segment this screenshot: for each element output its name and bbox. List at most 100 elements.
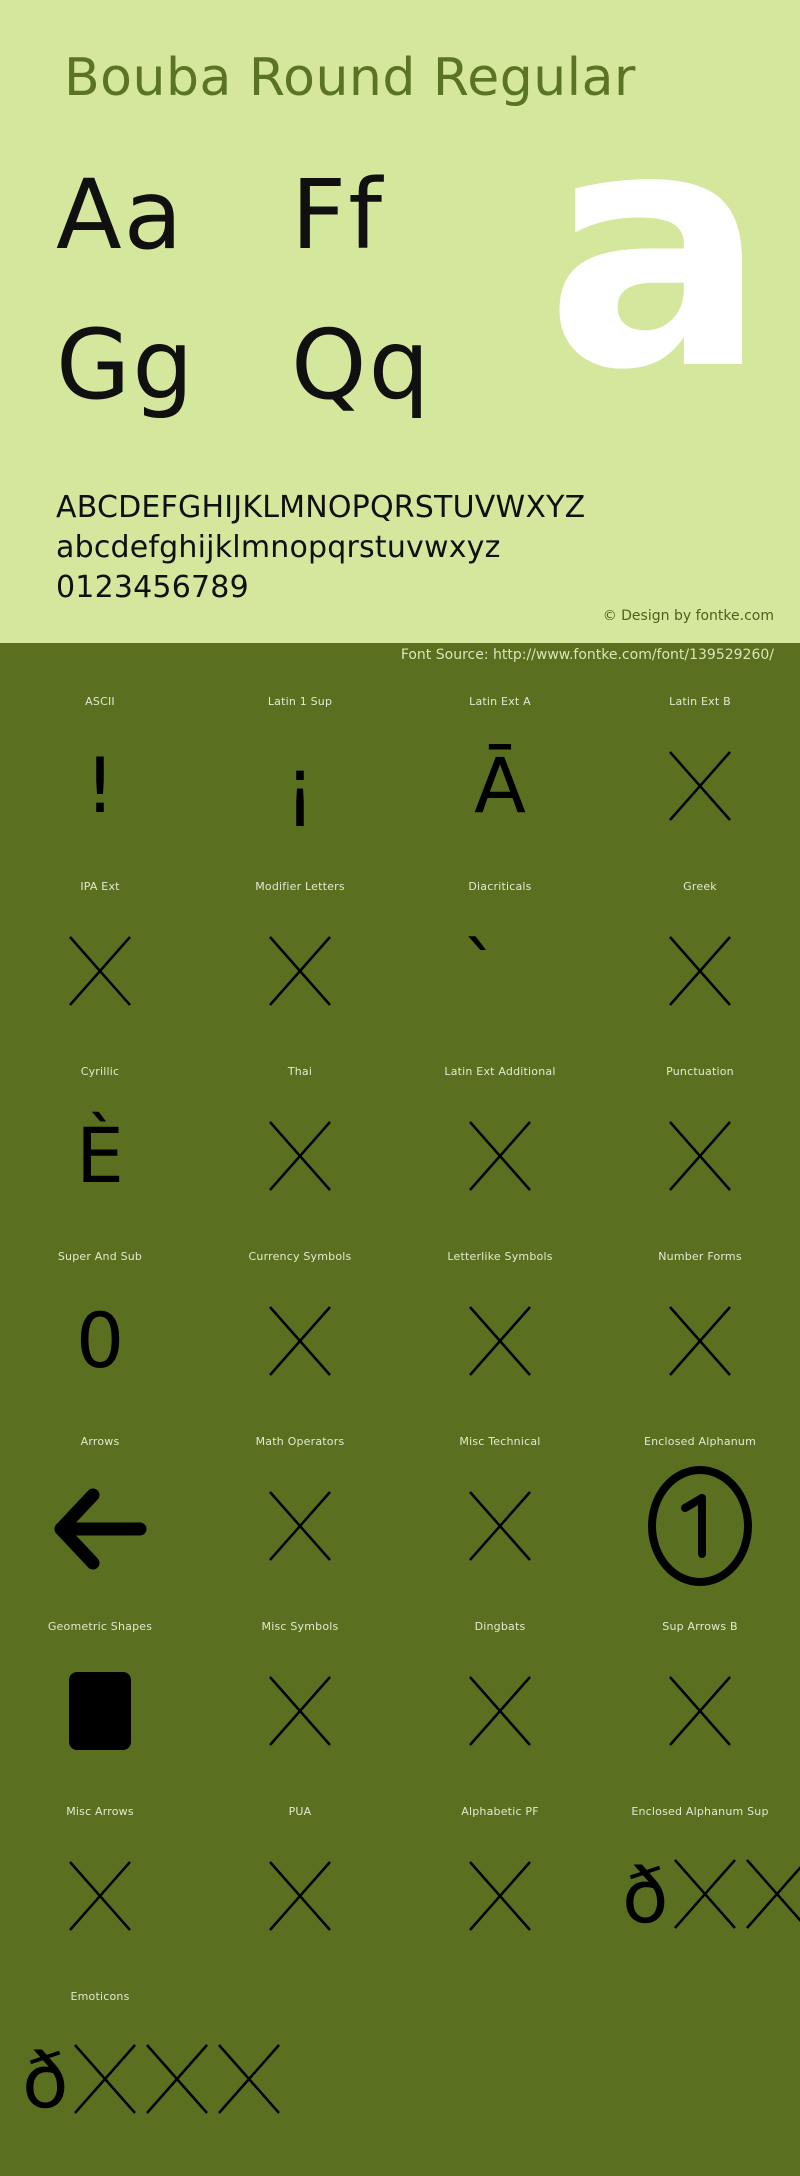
geometric-square-shape [69,1672,131,1750]
missing-glyph-x-icon [600,1646,800,1776]
unicode-block-row: Emoticons ð [0,1980,800,2165]
sample-letter-aa: Aa [56,159,185,271]
unicode-block-label: Alphabetic PF [461,1805,539,1818]
unicode-block-row: IPA Ext Modifier Letters Diacriticals̀ Gree… [0,870,800,1055]
unicode-block-cell-latin-ext-b: Latin Ext B [600,685,800,870]
unicode-block-cell-enclosed-alphanum: Enclosed Alphanum [600,1425,800,1610]
unicode-block-row: Geometric Shapes Misc Symbols Dingbats Sup … [0,1610,800,1795]
unicode-block-glyph: ð [22,2036,69,2125]
missing-glyph-x-icon [200,1831,400,1961]
unicode-block-label: Currency Symbols [248,1250,352,1263]
unicode-block-glyph: ̀ [400,906,600,1036]
missing-glyph-x-icon [600,1091,800,1221]
missing-glyph-x-icon [200,1646,400,1776]
unicode-block-cell-number-forms: Number Forms [600,1240,800,1425]
unicode-block-label: Thai [287,1065,313,1078]
unicode-block-label: Modifier Letters [255,880,345,893]
font-source-bar: Font Source: http://www.fontke.com/font/… [0,643,800,675]
unicode-block-cell-cyrillic: Cyrillic È [0,1055,200,1240]
filled-square-icon [0,1646,200,1776]
unicode-block-cell-latin-1-sup: Latin 1 Sup ¡ [200,685,400,870]
unicode-block-cell-punctuation: Punctuation [600,1055,800,1240]
alphabet-block: ABCDEFGHIJKLMNOPQRSTUVWXYZ abcdefghijklm… [56,488,756,608]
unicode-block-label: Latin Ext A [469,695,531,708]
unicode-block-cell-latin-ext-additional: Latin Ext Additional [400,1055,600,1240]
unicode-block-cell-geometric-shapes: Geometric Shapes [0,1610,200,1795]
unicode-block-cell-currency-symbols: Currency Symbols [200,1240,400,1425]
unicode-block-label: Number Forms [658,1250,742,1263]
missing-glyph-x-icon [400,1461,600,1591]
missing-glyph-x-icon [600,1276,800,1406]
glyph-overflow-group: ð [622,1831,800,1961]
sample-row: Gg Qq [56,300,526,450]
missing-glyph-x-icon [400,1276,600,1406]
unicode-block-label: Punctuation [666,1065,734,1078]
unicode-block-cell-alphabetic-pf: Alphabetic PF [400,1795,600,1980]
unicode-block-cell-dingbats: Dingbats [400,1610,600,1795]
unicode-block-cell-sup-arrows-b: Sup Arrows B [600,1610,800,1795]
unicode-block-cell-emoticons: Emoticons ð [0,1980,280,2165]
unicode-block-cell-empty [200,1980,400,2165]
missing-glyph-x-icon [600,721,800,851]
missing-glyph-x-icon [600,906,800,1036]
unicode-blocks-grid: ASCII! Latin 1 Sup ¡ Latin Ext A Ā Latin Ext … [0,675,800,2165]
unicode-block-cell-ascii: ASCII! [0,685,200,870]
sample-letter-gg: Gg [56,309,196,421]
missing-glyph-x-icon [741,1846,800,1947]
missing-glyph-x-icon [669,1846,741,1947]
alphabet-digits: 0123456789 [56,570,249,605]
copyright-notice: © Design by fontke.com [602,608,774,624]
unicode-block-cell-misc-symbols: Misc Symbols [200,1610,400,1795]
font-source-link[interactable]: Font Source: http://www.fontke.com/font/… [401,647,774,663]
sample-letters-grid: Aa Ff Gg Qq [56,150,526,450]
unicode-block-cell-greek: Greek [600,870,800,1055]
unicode-block-label: Latin 1 Sup [267,695,333,708]
unicode-block-label: Sup Arrows B [662,1620,738,1633]
unicode-block-cell-empty [400,1980,600,2165]
missing-glyph-x-icon [200,1091,400,1221]
alphabet-uppercase: ABCDEFGHIJKLMNOPQRSTUVWXYZ [56,490,586,525]
unicode-block-cell-misc-technical: Misc Technical [400,1425,600,1610]
unicode-block-label: Math Operators [255,1435,345,1448]
unicode-block-row: Arrows Math Operators Misc Technical Enclos… [0,1425,800,1610]
unicode-block-label: Latin Ext B [669,695,731,708]
unicode-block-cell-enclosed-alphanum-sup: Enclosed Alphanum Sup ð [600,1795,800,1980]
unicode-block-cell-empty [600,1980,800,2165]
missing-glyph-x-icon [400,1091,600,1221]
unicode-block-glyph: Ā [474,741,526,830]
unicode-block-label: Geometric Shapes [47,1620,153,1633]
page-title: Bouba Round Regular [64,48,636,108]
arrow-left-icon [0,1461,200,1591]
unicode-block-label: Enclosed Alphanum Sup [631,1805,769,1818]
unicode-block-label: IPA Ext [80,880,120,893]
unicode-block-glyph: 0 [75,1296,125,1385]
unicode-block-label: Latin Ext Additional [444,1065,556,1078]
unicode-block-label: Greek [683,880,717,893]
missing-glyph-x-icon [200,906,400,1036]
sample-letter-ff: Ff [291,159,385,271]
unicode-block-glyph: ! [84,741,116,830]
unicode-block-cell-thai: Thai [200,1055,400,1240]
unicode-block-label: Emoticons [70,1990,130,2003]
missing-glyph-x-icon [69,2031,141,2132]
unicode-block-label: Cyrillic [80,1065,120,1078]
unicode-block-label: Arrows [80,1435,120,1448]
specimen-preview-panel: a Bouba Round Regular Aa Ff Gg Qq ABCDEF… [0,0,800,643]
unicode-block-row: ASCII! Latin 1 Sup ¡ Latin Ext A Ā Latin Ext … [0,685,800,870]
missing-glyph-x-icon [200,1461,400,1591]
unicode-block-label: Misc Technical [459,1435,541,1448]
unicode-block-cell-misc-arrows: Misc Arrows [0,1795,200,1980]
unicode-block-cell-modifier-letters: Modifier Letters [200,870,400,1055]
unicode-block-row: Cyrillic È Thai Latin Ext Additional Punctua… [0,1055,800,1240]
missing-glyph-x-icon [0,1831,200,1961]
unicode-block-glyph: ¡ [284,741,316,830]
unicode-block-cell-diacriticals: Diacriticals̀ [400,870,600,1055]
missing-glyph-x-icon [400,1831,600,1961]
unicode-block-cell-math-operators: Math Operators [200,1425,400,1610]
unicode-block-cell-latin-ext-a: Latin Ext A Ā [400,685,600,870]
unicode-block-label: Super And Sub [57,1250,143,1263]
unicode-block-cell-arrows: Arrows [0,1425,200,1610]
unicode-block-label: Dingbats [474,1620,526,1633]
sample-letter-qq: Qq [291,309,432,421]
watermark-glyph: a [545,58,768,442]
